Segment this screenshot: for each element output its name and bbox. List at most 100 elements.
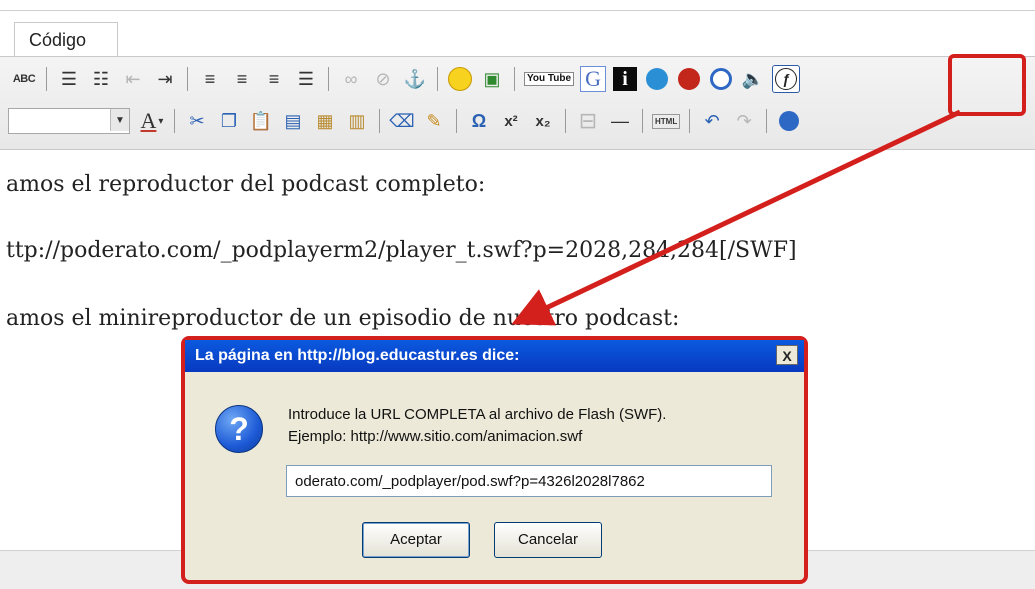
subscript-icon: x₂ [535,112,551,130]
dialog-message-line-2: Ejemplo: http://www.sitio.com/animacion.… [288,428,583,445]
cancel-button[interactable]: Cancelar [494,522,602,558]
numbered-list-button[interactable]: ☷ [88,66,114,92]
spellcheck-button[interactable]: ABC [11,66,37,92]
tab-codigo[interactable]: Código [14,22,118,56]
audio-button[interactable]: 🔈 [740,66,766,92]
superscript-button[interactable]: x² [498,108,524,134]
emoticon-button[interactable] [447,66,473,92]
omega-icon: Ω [471,110,487,131]
bullet-list-button[interactable]: ☰ [56,66,82,92]
bullet-list-icon: ☰ [60,68,78,89]
anchor-icon: ⚓ [403,68,427,89]
paste-text-icon: ▤ [284,110,302,131]
align-right-button[interactable]: ≡ [261,66,287,92]
indent-icon: ⇥ [157,68,173,89]
paste-icon: 📋 [249,110,273,131]
align-justify-icon: ☰ [297,68,315,89]
i-button[interactable]: i [612,66,638,92]
paste-special-icon: ▥ [348,110,366,131]
subscript-button[interactable]: x₂ [530,108,556,134]
paste-text-button[interactable]: ▤ [280,108,306,134]
outdent-icon: ⇤ [125,68,141,89]
outdent-button[interactable]: ⇤ [120,66,146,92]
redo-icon: ↷ [736,110,752,131]
font-color-icon: A [140,108,157,133]
g-button[interactable]: G [580,66,607,92]
content-line-3: amos el minireproductor de un episodio d… [6,306,680,331]
image-button[interactable]: ▣ [479,66,505,92]
numbered-list-icon: ☷ [92,68,110,89]
link-button[interactable]: ∞ [338,66,364,92]
undo-button[interactable]: ↶ [699,108,725,134]
unlink-button[interactable]: ⊘ [370,66,396,92]
font-color-button[interactable]: A ▾ [139,108,165,134]
broom-icon: ✎ [426,110,442,131]
page-break-button[interactable]: ⊟ [575,108,601,134]
accept-button[interactable]: Aceptar [362,522,470,558]
smiley-icon [448,67,472,91]
special-char-button[interactable]: Ω [466,108,492,134]
eraser-button[interactable]: ⌫ [389,108,415,134]
paste-button[interactable]: 📋 [248,108,274,134]
dialog-title-bar: La página en http://blog.educastur.es di… [185,340,804,372]
align-center-icon: ≡ [236,68,248,89]
paste-special-button[interactable]: ▥ [344,108,370,134]
copy-button[interactable]: ❐ [216,108,242,134]
close-button[interactable]: X [776,345,798,365]
toolbar-separator [514,67,515,91]
page-break-icon: ⊟ [578,108,598,133]
font-size-select[interactable]: ▼ [8,108,130,134]
scissors-icon: ✂ [189,110,205,131]
toolbar-separator [437,67,438,91]
anchor-button[interactable]: ⚓ [402,66,428,92]
toolbar-separator [689,109,691,133]
horizontal-rule-button[interactable]: — [607,108,633,134]
realplayer-button[interactable] [676,66,702,92]
swf-url-input[interactable] [286,465,772,497]
youtube-icon: You Tube [524,72,575,86]
toolbar-row-2: ▼ A ▾ ✂ ❐ 📋 ▤ ▦ ▥ ⌫ ✎ Ω x² x₂ ⊟ — HTML ↶ … [8,106,805,136]
info-icon: i [613,67,638,91]
flash-icon: ƒ [772,65,801,93]
toolbar-separator [456,109,457,133]
toolbar-separator [174,109,175,133]
help-button[interactable] [776,108,802,134]
cleanup-button[interactable]: ✎ [421,108,447,134]
help-icon [779,111,800,131]
align-left-icon: ≡ [204,68,216,89]
speaker-icon: 🔈 [741,68,765,89]
realplayer-icon [678,68,701,90]
align-center-button[interactable]: ≡ [229,66,255,92]
redo-button[interactable]: ↷ [731,108,757,134]
html-icon: HTML [652,113,681,129]
toolbar-separator [565,109,566,133]
indent-button[interactable]: ⇥ [152,66,178,92]
eraser-icon: ⌫ [389,110,415,131]
toolbar-separator [766,109,768,133]
align-justify-button[interactable]: ☰ [293,66,319,92]
toolbar-separator [46,67,47,91]
quicktime-button[interactable] [644,66,670,92]
link-icon: ∞ [344,68,358,89]
toolbar-separator [379,109,380,133]
dialog-title: La página en http://blog.educastur.es di… [195,347,520,364]
toolbar-row-1: ABC ☰ ☷ ⇤ ⇥ ≡ ≡ ≡ ☰ ∞ ⊘ ⚓ ▣ You Tube G i… [8,64,803,94]
horizontal-rule-icon: — [611,110,629,131]
html-button[interactable]: HTML [652,108,681,134]
chevron-down-icon: ▼ [110,109,129,131]
paste-word-button[interactable]: ▦ [312,108,338,134]
toolbar-separator [187,67,188,91]
question-icon: ? [215,405,263,453]
superscript-icon: x² [504,112,518,130]
flash-button[interactable]: ƒ [772,65,801,93]
media-player-button[interactable] [708,66,734,92]
youtube-button[interactable]: You Tube [524,66,575,92]
align-left-button[interactable]: ≡ [197,66,223,92]
content-line-2: ttp://poderato.com/_podplayerm2/player_t… [6,238,797,263]
cut-button[interactable]: ✂ [184,108,210,134]
toolbar-separator [642,109,643,133]
copy-icon: ❐ [220,110,238,131]
g-icon: G [580,66,607,92]
align-right-icon: ≡ [268,68,280,89]
paste-word-icon: ▦ [316,110,334,131]
